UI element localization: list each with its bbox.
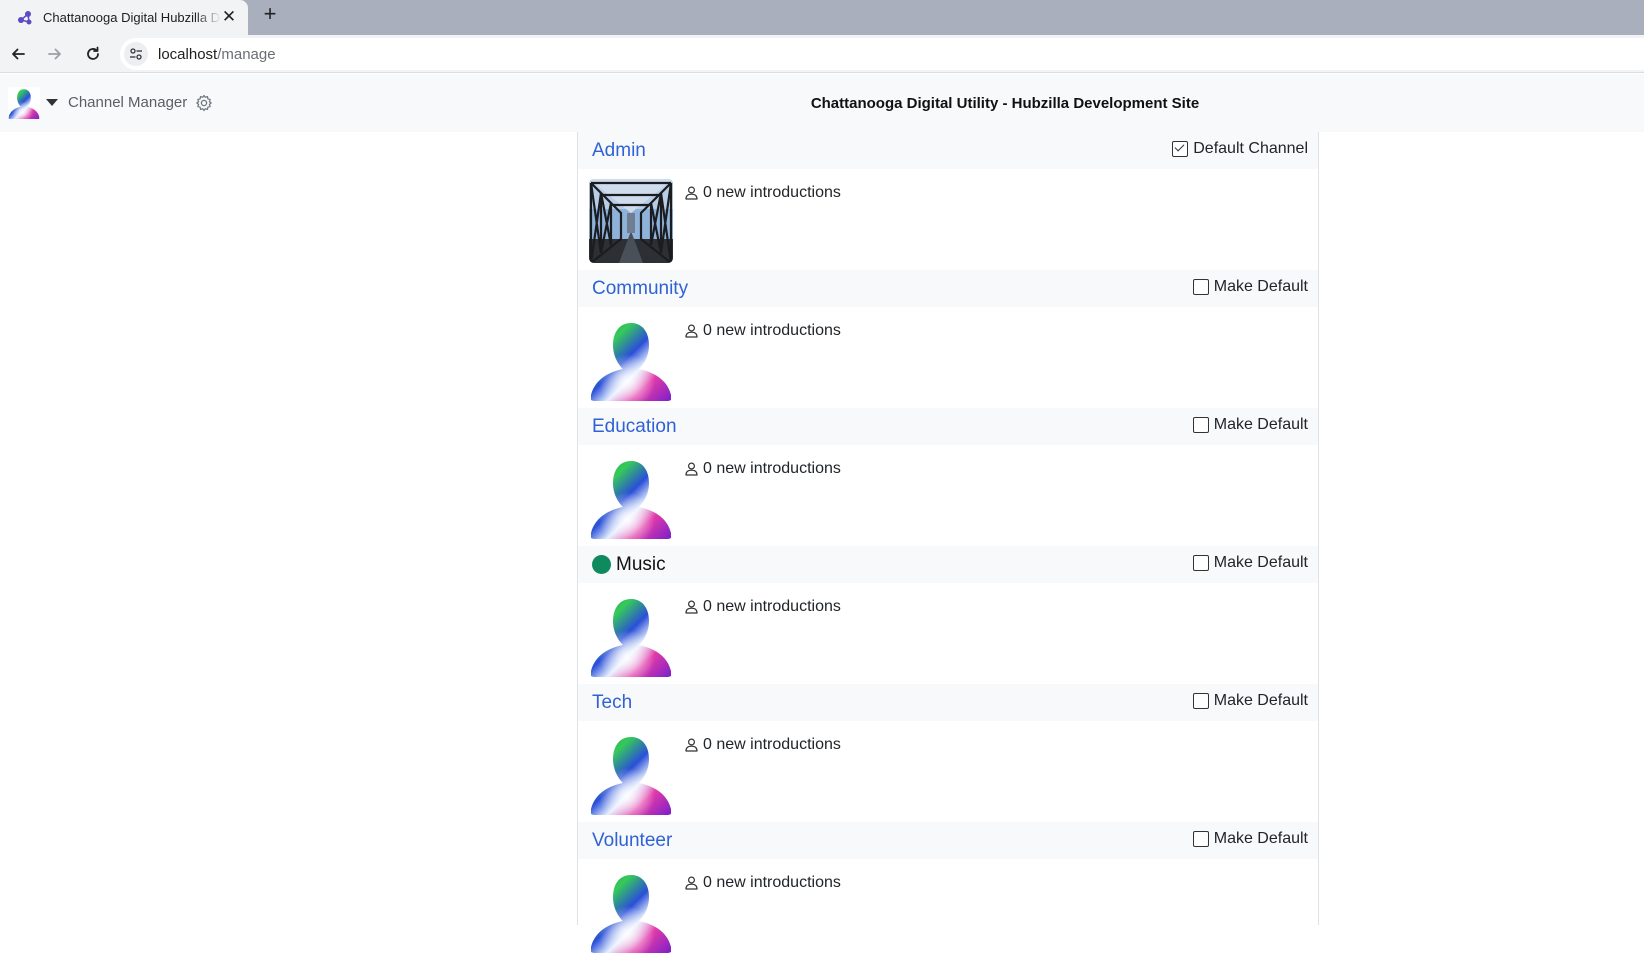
introductions-count: 0 new introductions (703, 322, 841, 339)
introductions-link[interactable]: 0 new introductions (685, 322, 841, 340)
online-status-icon (592, 555, 611, 574)
make-default-toggle[interactable]: Make Default (1192, 278, 1308, 296)
default-label: Make Default (1213, 830, 1308, 847)
default-label: Make Default (1213, 278, 1308, 295)
site-settings-icon[interactable] (124, 42, 148, 66)
introductions-link[interactable]: 0 new introductions (685, 736, 841, 754)
site-navbar: Channel Manager Chattanooga Digital Util… (0, 74, 1644, 132)
channel-name-link[interactable]: Education (592, 416, 677, 438)
checkbox-icon[interactable] (1192, 693, 1209, 709)
channel-photo[interactable] (589, 179, 673, 263)
channel-header: Music Make Default (578, 546, 1318, 583)
channel-item: Volunteer Make Default 0 new introductio… (578, 822, 1318, 960)
default-label: Default Channel (1193, 140, 1308, 157)
url-host: localhost (158, 45, 218, 63)
channel-body: 0 new introductions (578, 169, 1318, 270)
default-label: Make Default (1213, 554, 1308, 571)
url-text: localhost/manage (158, 46, 276, 63)
checkbox-icon[interactable] (1192, 417, 1209, 433)
person-icon (685, 600, 698, 614)
person-icon (685, 738, 698, 752)
channel-item: Music Make Default 0 new introductions (578, 546, 1318, 684)
channel-name-link[interactable]: Tech (592, 692, 632, 714)
checkbox-icon[interactable] (1192, 831, 1209, 847)
channel-body: 0 new introductions (578, 721, 1318, 822)
channel-item: Community Make Default 0 new introductio… (578, 270, 1318, 408)
channel-header: Tech Make Default (578, 684, 1318, 721)
channel-header: Education Make Default (578, 408, 1318, 445)
new-tab-icon[interactable]: + (258, 3, 282, 27)
channel-name-link[interactable]: Volunteer (592, 830, 672, 852)
checkbox-icon[interactable] (1192, 555, 1209, 571)
back-arrow-icon[interactable] (6, 42, 30, 66)
introductions-count: 0 new introductions (703, 874, 841, 891)
channel-body: 0 new introductions (578, 445, 1318, 546)
person-icon (685, 876, 698, 890)
channel-list: Admin Default Channel 0 new introduction… (577, 132, 1319, 953)
channel-body: 0 new introductions (578, 307, 1318, 408)
channel-name-link[interactable]: Admin (592, 140, 646, 162)
url-path: /manage (217, 45, 276, 63)
channel-photo[interactable] (589, 455, 673, 539)
browser-tabstrip: Chattanooga Digital Hubzilla Development… (0, 0, 1644, 35)
person-icon (685, 186, 698, 200)
default-channel-toggle[interactable]: Default Channel (1172, 140, 1308, 158)
make-default-toggle[interactable]: Make Default (1192, 554, 1308, 572)
introductions-count: 0 new introductions (703, 184, 841, 201)
address-bar[interactable]: localhost/manage (120, 38, 1644, 70)
checkbox-checked-icon[interactable] (1172, 141, 1189, 157)
browser-tab[interactable]: Chattanooga Digital Hubzilla Development… (0, 0, 248, 35)
introductions-count: 0 new introductions (703, 598, 841, 615)
introductions-link[interactable]: 0 new introductions (685, 598, 841, 616)
introductions-link[interactable]: 0 new introductions (685, 460, 841, 478)
reload-icon[interactable] (81, 42, 105, 66)
hubzilla-favicon-icon (16, 9, 34, 27)
channel-header: Community Make Default (578, 270, 1318, 307)
channel-header: Admin Default Channel (578, 132, 1318, 169)
default-label: Make Default (1213, 416, 1308, 433)
channel-body: 0 new introductions (578, 583, 1318, 684)
browser-toolbar: localhost/manage (0, 35, 1644, 73)
default-label: Make Default (1213, 692, 1308, 709)
channel-item: Admin Default Channel 0 new introduction… (578, 132, 1318, 270)
person-icon (685, 462, 698, 476)
channel-item: Tech Make Default 0 new introductions (578, 684, 1318, 822)
channel-name-link[interactable]: Community (592, 278, 688, 300)
channel-name: Music (616, 553, 666, 575)
forward-arrow-icon[interactable] (43, 42, 67, 66)
site-name: Chattanooga Digital Utility - Hubzilla D… (810, 95, 1200, 112)
make-default-toggle[interactable]: Make Default (1192, 830, 1308, 848)
channel-photo[interactable] (589, 593, 673, 677)
introductions-link[interactable]: 0 new introductions (685, 184, 841, 202)
checkbox-icon[interactable] (1192, 279, 1209, 295)
person-icon (685, 324, 698, 338)
introductions-count: 0 new introductions (703, 460, 841, 477)
channel-item: Education Make Default 0 new introductio… (578, 408, 1318, 546)
make-default-toggle[interactable]: Make Default (1192, 416, 1308, 434)
introductions-count: 0 new introductions (703, 736, 841, 753)
channel-photo[interactable] (589, 317, 673, 401)
close-tab-icon[interactable]: ✕ (220, 8, 238, 26)
channel-photo[interactable] (589, 869, 673, 953)
channel-body: 0 new introductions (578, 859, 1318, 960)
channel-header: Volunteer Make Default (578, 822, 1318, 859)
channel-photo[interactable] (589, 731, 673, 815)
make-default-toggle[interactable]: Make Default (1192, 692, 1308, 710)
introductions-link[interactable]: 0 new introductions (685, 874, 841, 892)
tab-title: Chattanooga Digital Hubzilla Development… (43, 10, 221, 25)
